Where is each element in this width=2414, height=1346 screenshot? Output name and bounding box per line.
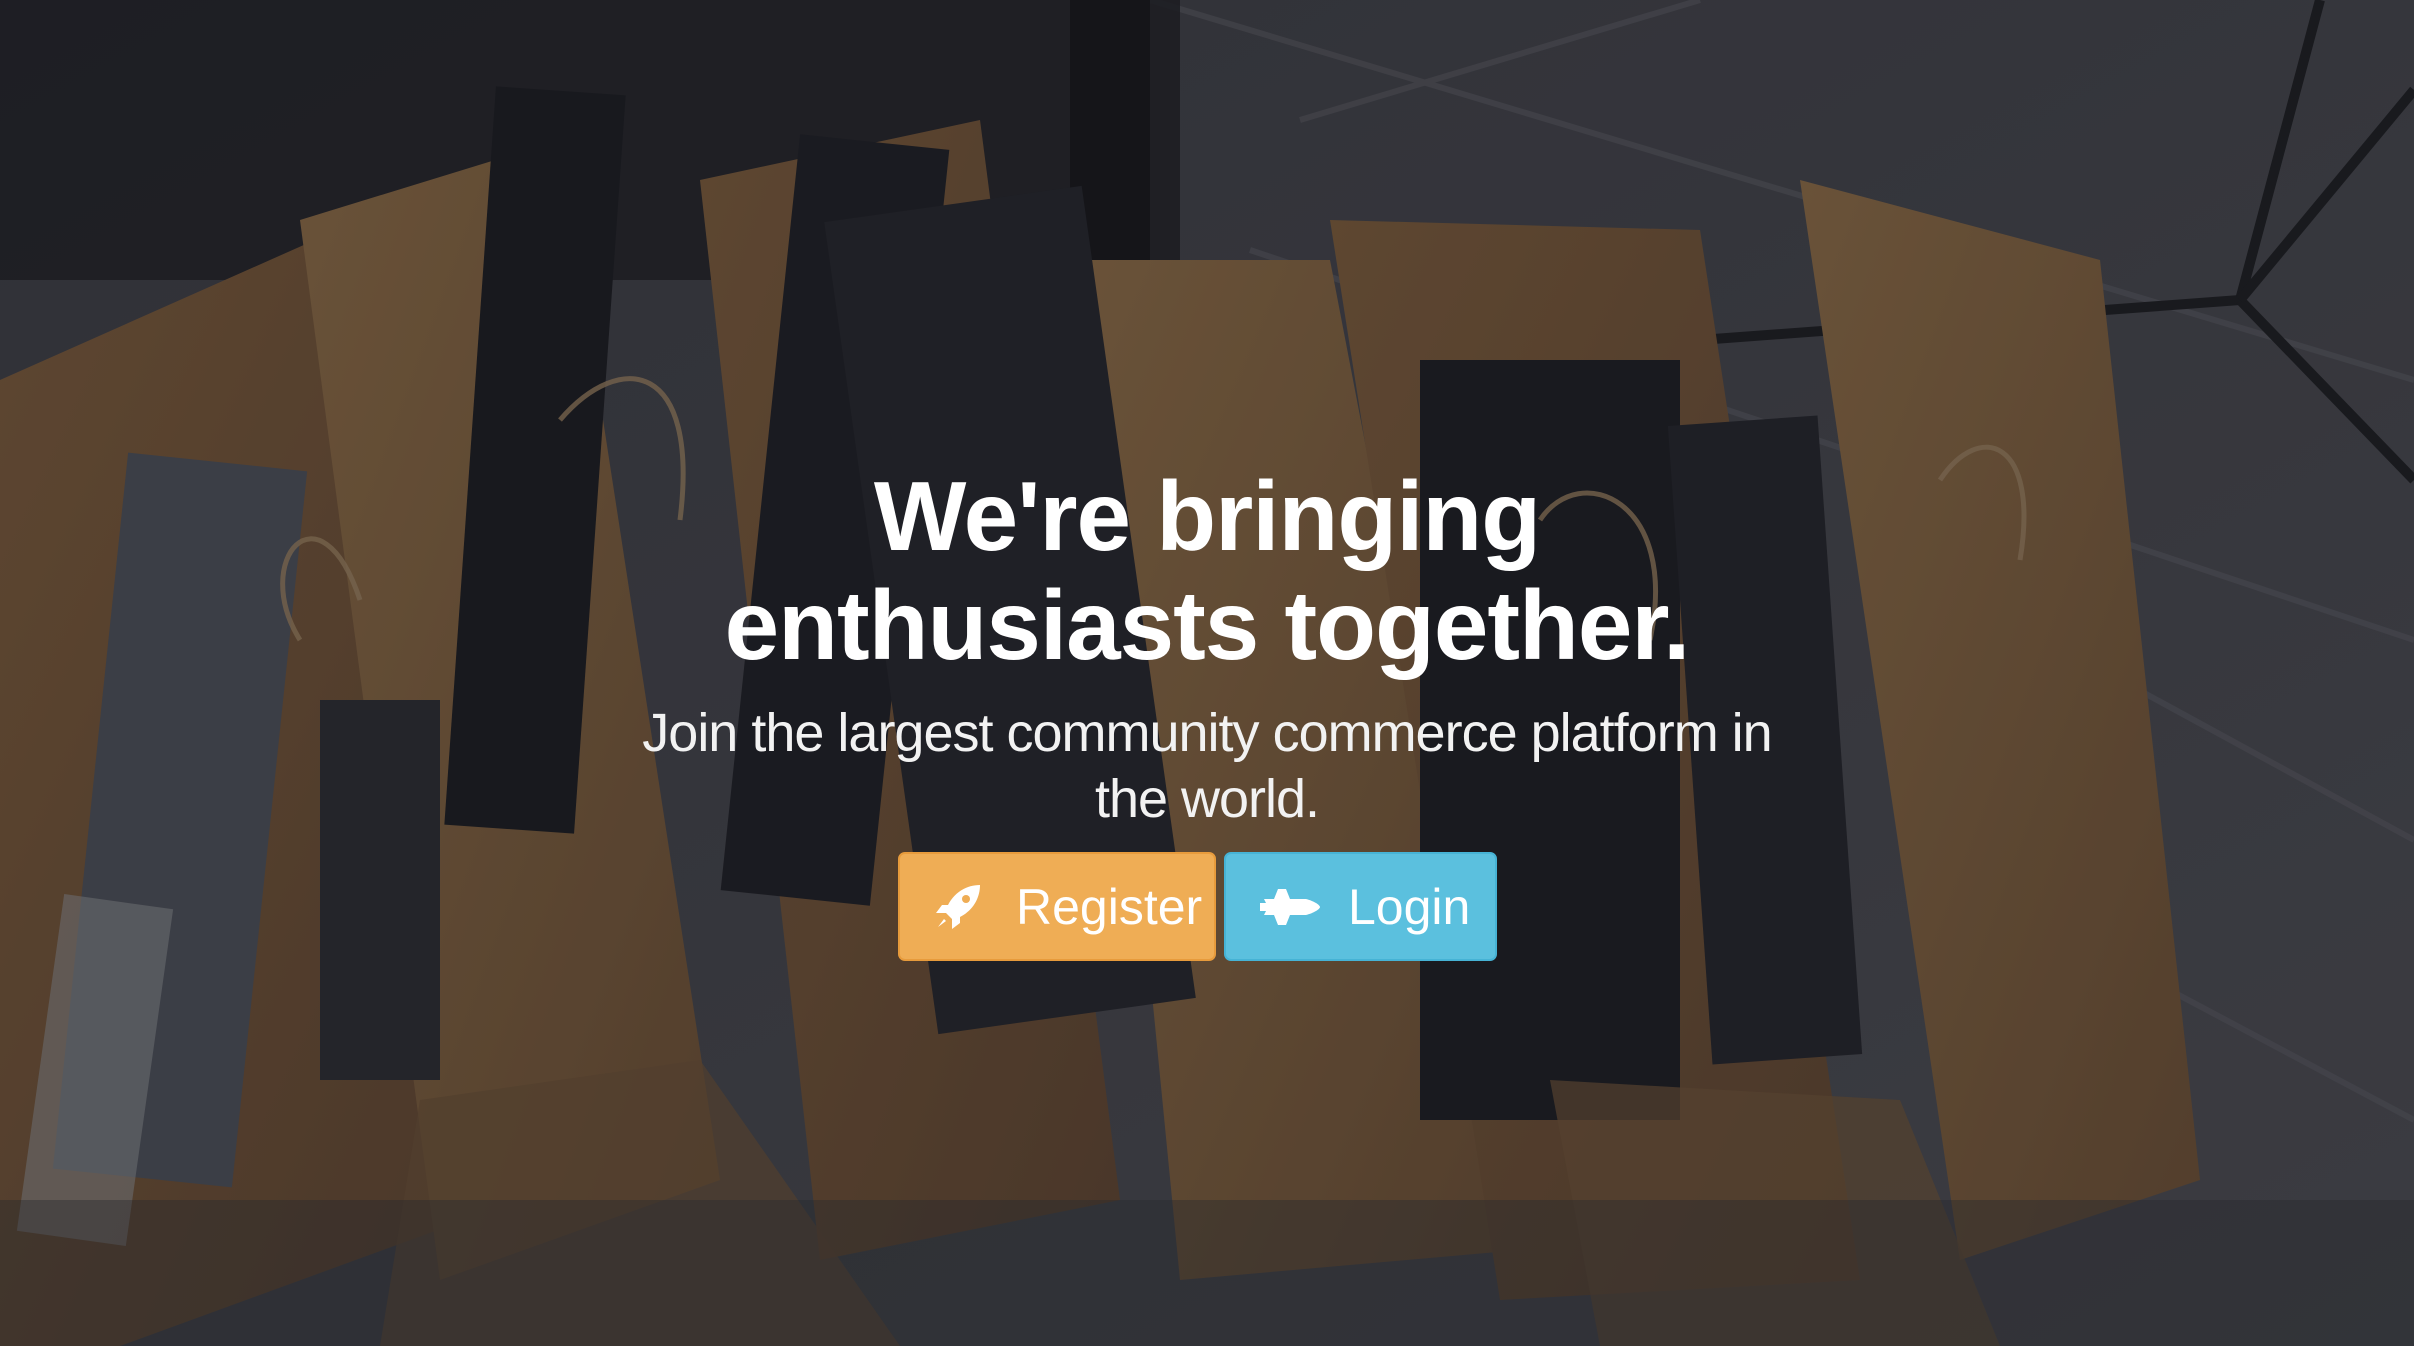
login-button[interactable]: Login [1224,852,1497,961]
hero-headline-line2: enthusiasts together. [724,570,1691,680]
hero-subheadline-line2: the world. [1094,769,1320,829]
register-button[interactable]: Register [898,852,1216,961]
space-shuttle-icon [1260,888,1320,925]
hero-subheadline-line1: Join the largest community commerce plat… [642,703,1772,763]
login-button-label: Login [1348,878,1471,935]
hero-subheadline: Join the largest community commerce plat… [0,700,2414,832]
hero-section: We're bringing enthusiasts together. Joi… [0,0,2414,1346]
hero-headline: We're bringing enthusiasts together. [0,462,2414,680]
hero-headline-line1: We're bringing [873,461,1541,571]
register-button-label: Register [1016,878,1203,935]
rocket-icon [936,884,980,929]
